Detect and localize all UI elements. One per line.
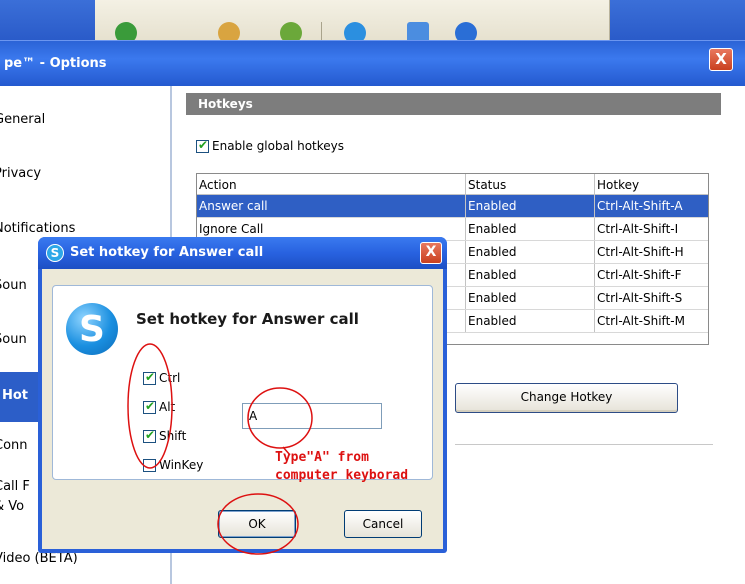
- ok-button[interactable]: OK: [218, 510, 296, 538]
- status-cell: Enabled: [465, 287, 594, 309]
- table-header: Action Status Hotkey: [197, 174, 708, 195]
- status-cell: Enabled: [465, 195, 594, 217]
- column-header-status[interactable]: Status: [465, 174, 594, 194]
- section-header: Hotkeys: [186, 93, 721, 115]
- alt-label: Alt: [159, 400, 176, 414]
- sidebar-item-hotkeys[interactable]: Hot: [0, 372, 40, 422]
- hotkey-cell: Ctrl-Alt-Shift-S: [594, 287, 708, 309]
- hotkey-cell: Ctrl-Alt-Shift-H: [594, 241, 708, 263]
- hotkey-cell: Ctrl-Alt-Shift-F: [594, 264, 708, 286]
- sidebar-item-voicemail[interactable]: & Vo: [0, 499, 24, 514]
- sidebar-item-notifications[interactable]: Notifications: [0, 221, 75, 236]
- skype-toolbar: [95, 0, 610, 44]
- column-header-hotkey[interactable]: Hotkey: [594, 174, 708, 194]
- hotkey-key-input[interactable]: A: [242, 403, 382, 429]
- dialog-close-button[interactable]: X: [420, 242, 442, 264]
- window-title: pe™ - Options: [4, 56, 107, 71]
- dialog-heading: Set hotkey for Answer call: [136, 310, 359, 328]
- status-cell: Enabled: [465, 218, 594, 240]
- status-cell: Enabled: [465, 264, 594, 286]
- winkey-label: WinKey: [159, 458, 204, 472]
- ctrl-checkbox[interactable]: [143, 370, 156, 385]
- hotkey-cell: Ctrl-Alt-Shift-A: [594, 195, 708, 217]
- status-cell: Enabled: [465, 310, 594, 332]
- column-header-action[interactable]: Action: [197, 174, 464, 194]
- sidebar-item-sound-devices[interactable]: Soun: [0, 332, 27, 347]
- shift-checkbox[interactable]: [143, 428, 156, 443]
- section-divider: [455, 444, 713, 445]
- set-hotkey-dialog: S Set hotkey for Answer call X: [38, 237, 447, 553]
- table-row[interactable]: Answer call Enabled Ctrl-Alt-Shift-A: [197, 195, 708, 218]
- shift-label: Shift: [159, 429, 187, 443]
- hotkey-cell: Ctrl-Alt-Shift-I: [594, 218, 708, 240]
- sidebar-item-connection[interactable]: Conn: [0, 438, 28, 453]
- winkey-checkbox[interactable]: [143, 459, 156, 472]
- enable-hotkeys-label: Enable global hotkeys: [212, 139, 345, 153]
- dialog-titlebar: S Set hotkey for Answer call X: [38, 237, 447, 269]
- skype-logo-icon: S: [46, 244, 64, 262]
- sidebar-item-sounds[interactable]: Soun: [0, 278, 27, 293]
- annotation-text: Type"A" from computer keyborad: [275, 450, 409, 483]
- status-cell: Enabled: [465, 241, 594, 263]
- hotkey-cell: Ctrl-Alt-Shift-M: [594, 310, 708, 332]
- sidebar-item-general[interactable]: General: [0, 112, 45, 127]
- sidebar-item-privacy[interactable]: Privacy: [0, 166, 41, 181]
- toolbar-separator: [321, 22, 322, 40]
- change-hotkey-button[interactable]: Change Hotkey: [455, 383, 678, 413]
- enable-hotkeys-checkbox[interactable]: [196, 138, 209, 153]
- close-button[interactable]: X: [709, 48, 733, 71]
- ctrl-label: Ctrl: [159, 371, 181, 385]
- skype-large-logo-icon: S: [66, 303, 118, 355]
- sidebar-item-call-forwarding[interactable]: Call F: [0, 479, 30, 494]
- options-titlebar: pe™ - Options X: [0, 40, 745, 86]
- sidebar-item-video[interactable]: Video (BETA): [0, 551, 78, 566]
- dialog-title: Set hotkey for Answer call: [70, 245, 264, 260]
- alt-checkbox[interactable]: [143, 399, 156, 414]
- cancel-button[interactable]: Cancel: [344, 510, 422, 538]
- action-cell: Answer call: [199, 199, 268, 213]
